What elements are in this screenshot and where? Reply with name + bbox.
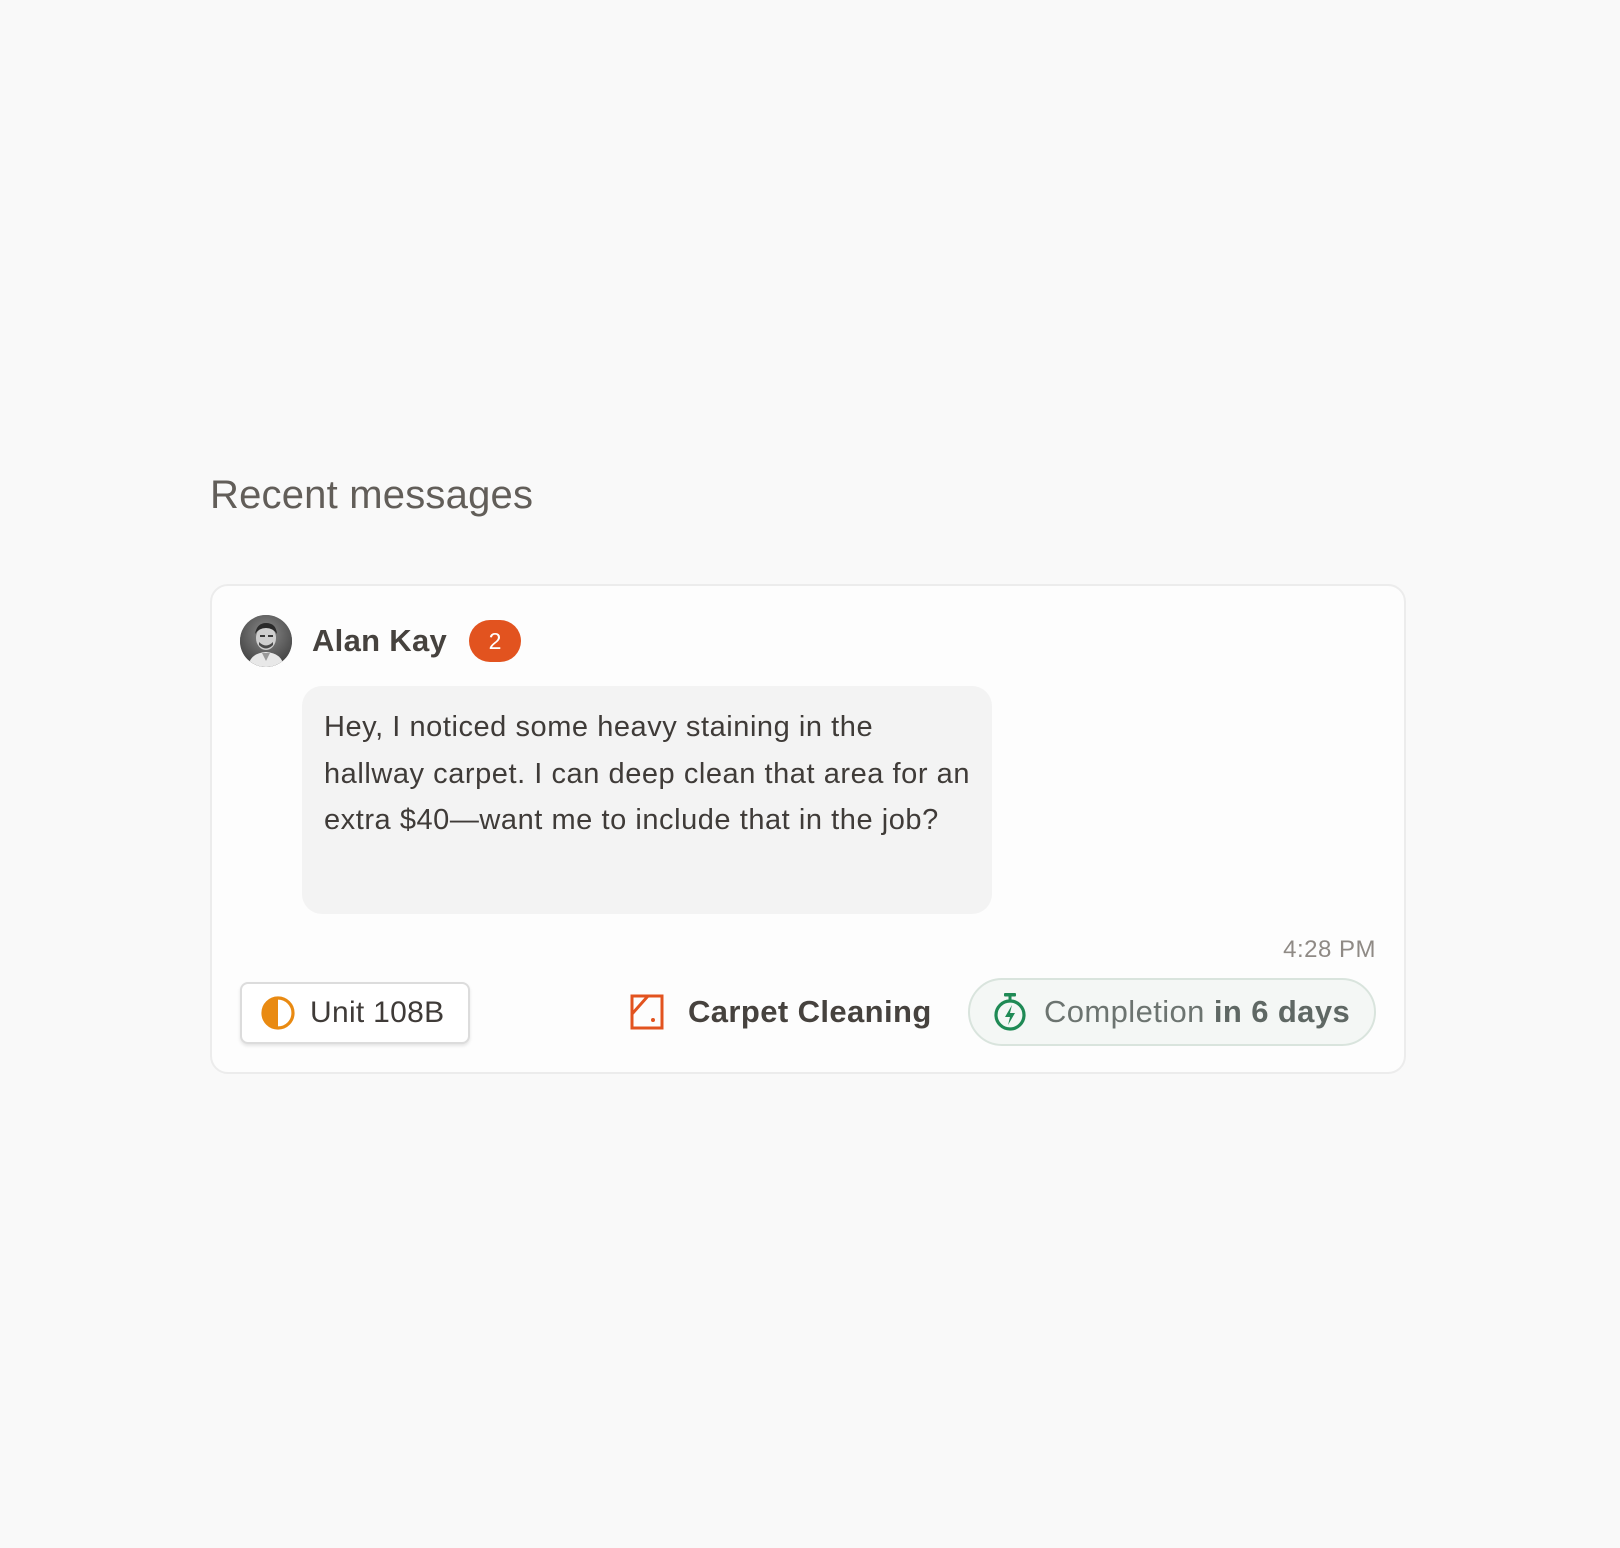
completion-text: Completion in 6 days xyxy=(1044,994,1350,1030)
message-header: Alan Kay 2 xyxy=(240,614,522,668)
unread-count-badge: 2 xyxy=(469,620,522,662)
message-meta-row: Unit 108B Carpet Cleaning Completion in … xyxy=(240,978,1376,1048)
sender-name: Alan Kay xyxy=(312,623,448,658)
avatar[interactable] xyxy=(240,615,292,667)
stopwatch-bolt-icon xyxy=(992,992,1028,1032)
completion-chip[interactable]: Completion in 6 days xyxy=(968,978,1376,1046)
message-bubble: Hey, I noticed some heavy staining in th… xyxy=(302,686,992,914)
recent-messages-section: Recent messages Alan Kay 2 Hey, I notice… xyxy=(210,468,1408,1074)
half-circle-icon xyxy=(260,995,296,1031)
person-photo-icon xyxy=(240,615,292,667)
message-card[interactable]: Alan Kay 2 Hey, I noticed some heavy sta… xyxy=(210,584,1406,1074)
message-timestamp: 4:28 PM xyxy=(1283,936,1376,963)
service-label: Carpet Cleaning xyxy=(688,994,932,1029)
service-type: Carpet Cleaning xyxy=(630,986,932,1038)
carpet-icon xyxy=(630,994,664,1030)
completion-prefix: Completion xyxy=(1044,994,1205,1029)
section-title: Recent messages xyxy=(210,473,534,517)
unit-label: Unit 108B xyxy=(310,996,445,1029)
completion-due: in 6 days xyxy=(1213,994,1351,1029)
unit-chip[interactable]: Unit 108B xyxy=(240,982,470,1044)
